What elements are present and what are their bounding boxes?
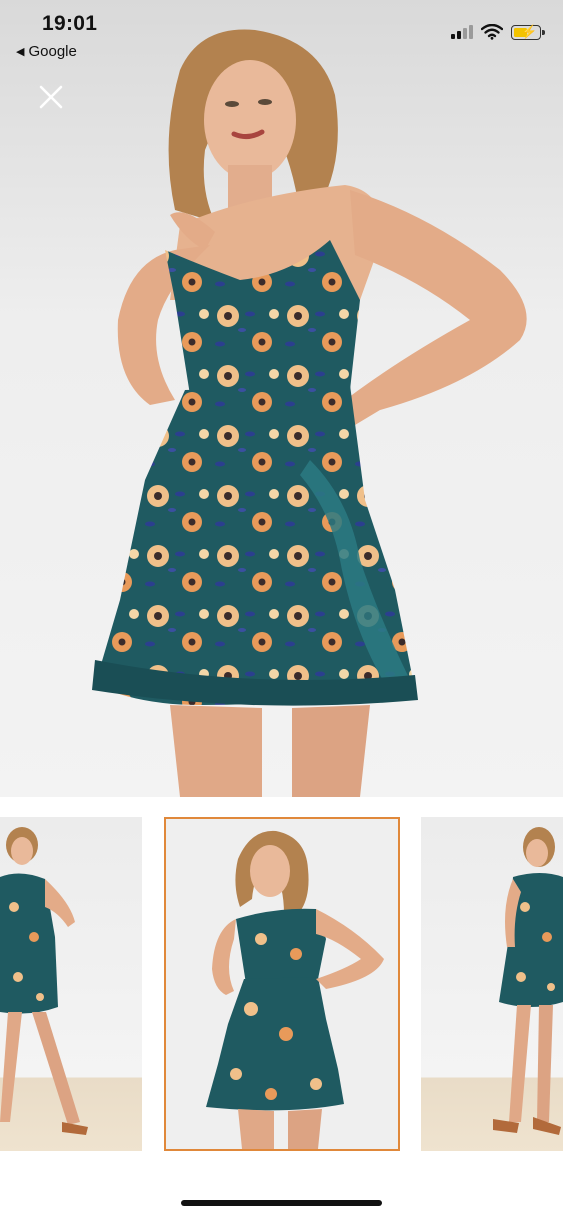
thumbnail-full-body-side[interactable] — [421, 817, 563, 1151]
back-to-app-link[interactable]: ◀ Google — [16, 43, 77, 60]
model-photo — [92, 29, 527, 797]
status-time: 19:01 — [42, 12, 98, 35]
battery-charging-icon: ⚡ — [511, 24, 545, 40]
product-main-image[interactable]: 19:01 ◀ Google ⚡ — [0, 0, 563, 797]
thumbnail-strip — [0, 817, 563, 1153]
thumbnail-full-body-front[interactable] — [0, 817, 142, 1151]
close-icon[interactable] — [36, 82, 66, 112]
status-bar: 19:01 ◀ Google ⚡ — [0, 0, 563, 64]
cellular-signal-icon — [451, 25, 473, 39]
wifi-icon — [481, 24, 503, 40]
home-indicator[interactable] — [181, 1200, 382, 1206]
back-app-label: Google — [28, 43, 77, 60]
thumbnail-three-quarter[interactable] — [164, 817, 400, 1151]
back-triangle-icon: ◀ — [16, 46, 25, 58]
